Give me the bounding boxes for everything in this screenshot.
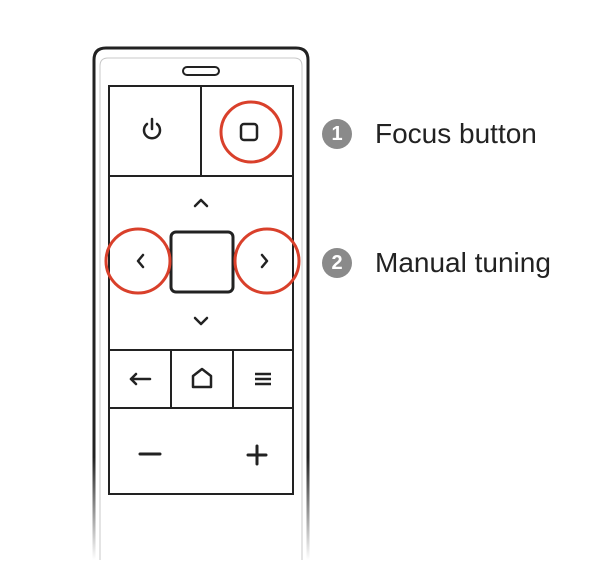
square-icon [169, 230, 235, 294]
chevron-up-icon [193, 198, 209, 208]
chevron-left-icon [136, 253, 145, 269]
callout-number-badge: 1 [322, 119, 352, 149]
right-button[interactable] [260, 253, 269, 269]
back-button[interactable] [110, 351, 170, 407]
home-button[interactable] [172, 351, 232, 407]
center-ok-button[interactable] [169, 230, 235, 294]
up-button[interactable] [193, 198, 209, 208]
chevron-down-icon [193, 316, 209, 326]
chevron-right-icon [260, 253, 269, 269]
power-button[interactable] [110, 87, 200, 175]
plus-button[interactable] [202, 409, 292, 493]
left-button[interactable] [136, 253, 145, 269]
remote-diagram [92, 46, 310, 560]
callout-label-manual-tuning: Manual tuning [375, 247, 551, 278]
callout-number-badge: 2 [322, 248, 352, 278]
minus-button[interactable] [110, 409, 200, 493]
sensor-slot [182, 66, 220, 76]
down-button[interactable] [193, 316, 209, 326]
menu-button[interactable] [234, 351, 292, 407]
callout-label-focus: Focus button [375, 118, 537, 149]
